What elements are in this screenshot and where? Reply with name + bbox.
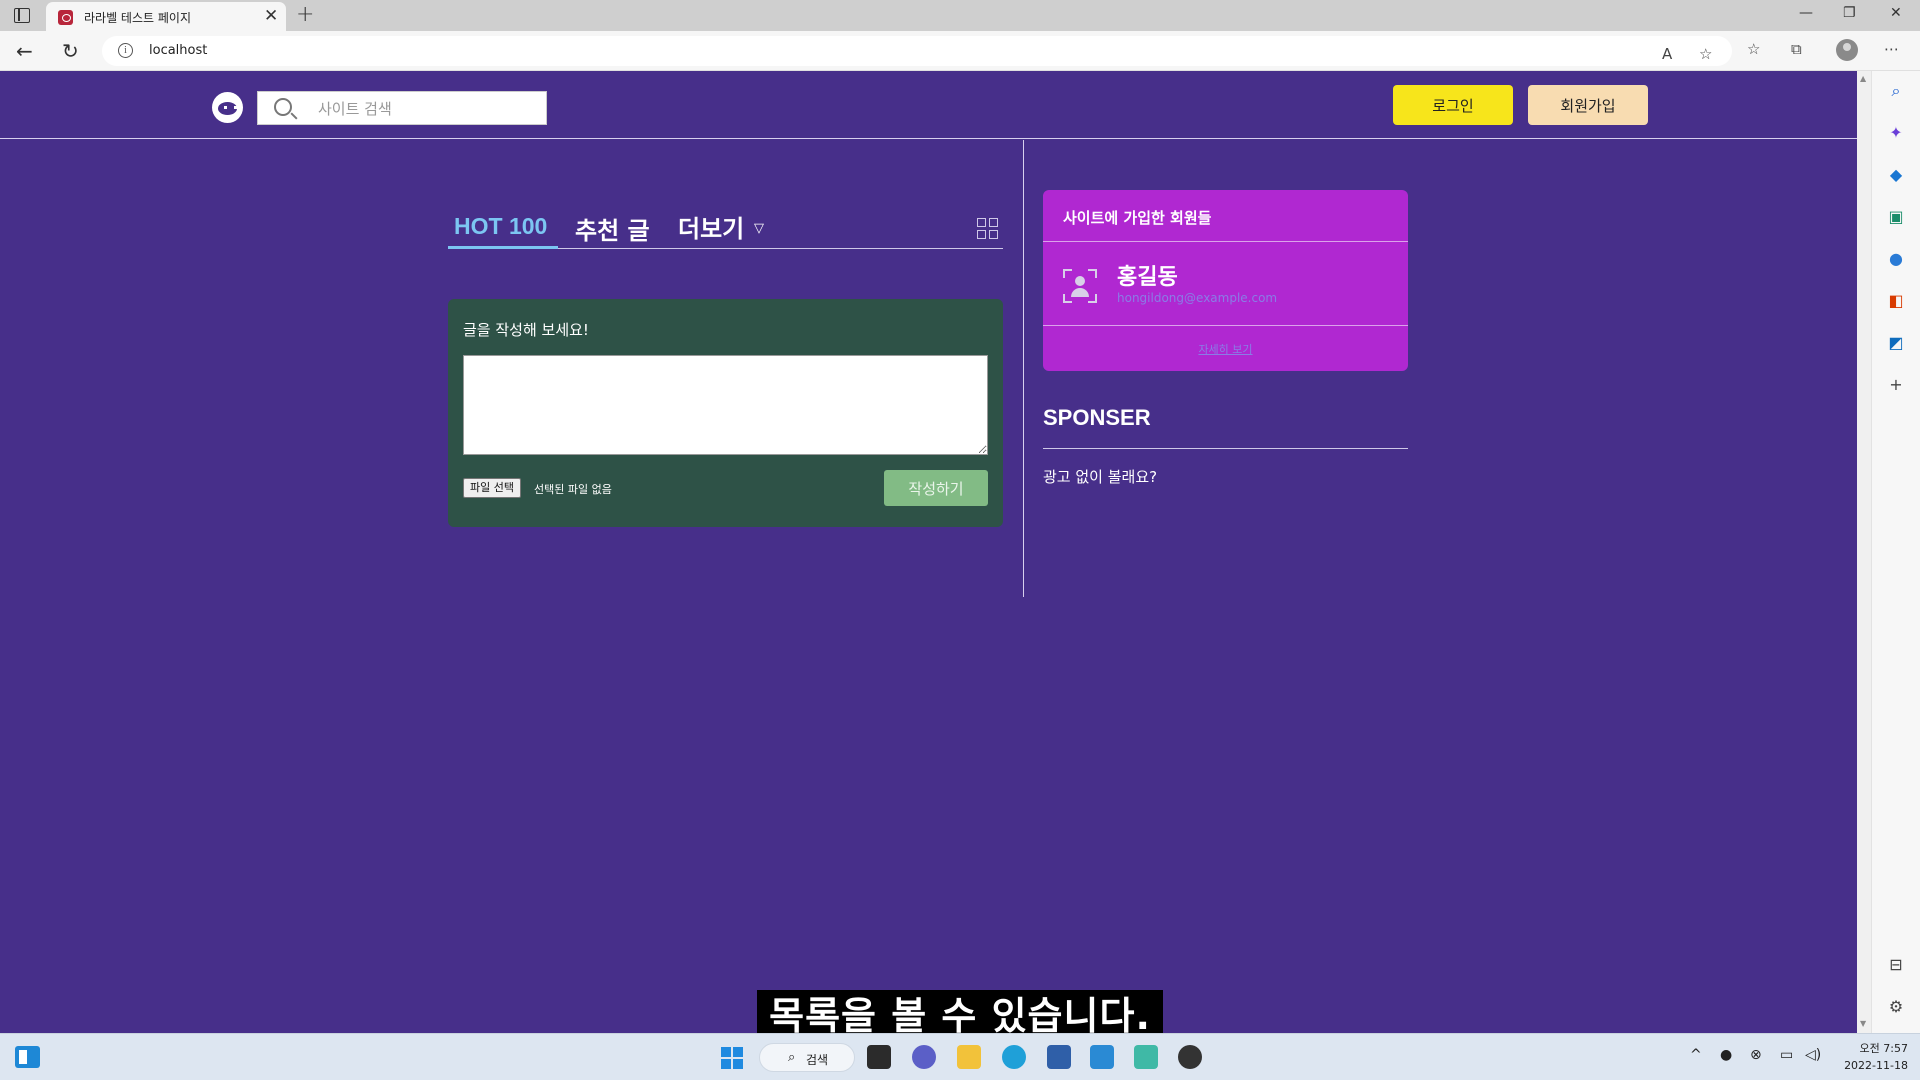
signup-button[interactable]: 회원가입 — [1528, 85, 1648, 125]
volume-icon[interactable]: ◁) — [1805, 1047, 1821, 1063]
sidebar-search-icon[interactable]: ⌕ — [1886, 81, 1906, 101]
site-search-input[interactable] — [318, 98, 538, 120]
taskbar-search[interactable]: ⌕ 검색 — [759, 1043, 855, 1072]
edge-sidebar: ⌕ ✦ ◆ ▣ ● ◧ ◩ + ⊟ ⚙ — [1871, 71, 1920, 1033]
network-icon[interactable]: ▭ — [1780, 1047, 1793, 1063]
column-divider — [1023, 140, 1024, 597]
taskbar-clock[interactable]: 오전 7:57 2022-11-18 — [1836, 1040, 1908, 1074]
notepad-icon[interactable] — [1134, 1045, 1158, 1069]
members-title: 사이트에 가입한 회원들 — [1063, 209, 1212, 227]
clock-date: 2022-11-18 — [1844, 1059, 1908, 1072]
sidebar-games-icon[interactable]: ● — [1886, 249, 1906, 269]
tab-actions-icon[interactable] — [14, 8, 30, 23]
tray-app-icon[interactable]: ⊗ — [1750, 1047, 1762, 1063]
collections-icon[interactable]: ⧉ — [1791, 40, 1802, 58]
sidebar-office-icon[interactable]: ◧ — [1886, 291, 1906, 311]
user-avatar-icon — [1063, 269, 1097, 303]
sidebar-outlook-icon[interactable]: ◩ — [1886, 333, 1906, 353]
submit-post-button[interactable]: 작성하기 — [884, 470, 988, 506]
more-options-icon[interactable]: ⋯ — [1884, 40, 1899, 58]
new-tab-button[interactable]: + — [296, 2, 314, 27]
minimize-icon[interactable]: — — [1799, 5, 1813, 21]
add-favorite-icon[interactable]: ☆ — [1699, 45, 1712, 63]
favorites-icon[interactable]: ☆ — [1747, 40, 1760, 58]
sidebar-hide-icon[interactable]: ⊟ — [1886, 955, 1906, 975]
window-close-icon[interactable]: ✕ — [1890, 5, 1902, 21]
tab-recommended[interactable]: 추천 글 — [575, 211, 650, 246]
sponser-text: 광고 없이 볼래요? — [1043, 468, 1158, 486]
member-email: hongildong@example.com — [1117, 291, 1278, 305]
tab-more[interactable]: 더보기 — [678, 209, 744, 244]
tab-close-icon[interactable]: ✕ — [264, 6, 278, 26]
edge-browser-icon[interactable] — [1002, 1045, 1026, 1069]
search-icon: ⌕ — [788, 1050, 796, 1065]
tab-hot-100[interactable]: HOT 100 — [454, 213, 547, 240]
sidebar-add-icon[interactable]: + — [1886, 375, 1906, 395]
sidebar-settings-icon[interactable]: ⚙ — [1886, 997, 1906, 1017]
refresh-icon[interactable]: ↻ — [62, 39, 79, 63]
restore-icon[interactable]: ❐ — [1843, 5, 1856, 21]
members-card: 사이트에 가입한 회원들 홍길동 hongildong@example.com … — [1043, 190, 1408, 371]
file-status-text: 선택된 파일 없음 — [534, 483, 612, 496]
store-icon[interactable] — [1047, 1045, 1071, 1069]
grid-view-icon[interactable] — [977, 218, 999, 240]
widgets-icon[interactable] — [15, 1046, 40, 1068]
scroll-up-icon[interactable]: ▲ — [1860, 74, 1866, 83]
sponser-divider — [1043, 448, 1408, 449]
sponser-heading: SPONSER — [1043, 405, 1151, 430]
file-explorer-icon[interactable] — [957, 1045, 981, 1069]
members-more-link[interactable]: 자세히 보기 — [1043, 341, 1408, 357]
login-button[interactable]: 로그인 — [1393, 85, 1513, 125]
read-aloud-icon[interactable]: A — [1662, 45, 1672, 63]
vscode-icon[interactable] — [1090, 1045, 1114, 1069]
composer-title: 글을 작성해 보세요! — [463, 321, 589, 339]
sidebar-tools-icon[interactable]: ▣ — [1886, 207, 1906, 227]
teams-chat-icon[interactable] — [912, 1045, 936, 1069]
windows-taskbar: ⌕ 검색 ^ ● ⊗ ▭ ◁) 오전 7:57 2022-11-18 — [0, 1033, 1920, 1080]
browser-tab[interactable]: 라라벨 테스트 페이지 ✕ — [46, 2, 286, 31]
address-bar: ← ↻ i localhost A ☆ ☆ ⧉ ⋯ — [0, 31, 1920, 71]
tab-title: 라라벨 테스트 페이지 — [84, 11, 191, 25]
file-choose-button[interactable]: 파일 선택 — [463, 478, 521, 498]
start-menu-icon[interactable] — [721, 1047, 743, 1069]
url-text[interactable]: localhost — [149, 43, 207, 58]
divider — [1043, 241, 1408, 242]
url-field[interactable]: i localhost A ☆ — [102, 36, 1732, 66]
profile-avatar-icon[interactable] — [1836, 39, 1858, 61]
site-info-icon[interactable]: i — [118, 43, 133, 58]
scroll-down-icon[interactable]: ▼ — [1860, 1019, 1866, 1028]
browser-tab-bar: 라라벨 테스트 페이지 ✕ + — ❐ ✕ — [0, 0, 1920, 31]
chevron-down-icon[interactable]: ▽ — [754, 221, 764, 236]
post-tabs: HOT 100 추천 글 더보기 ▽ — [448, 197, 1003, 249]
divider — [1043, 325, 1408, 326]
page-scrollbar[interactable]: ▲ ▼ — [1857, 71, 1871, 1033]
microphone-icon[interactable]: ● — [1720, 1047, 1732, 1063]
obs-icon[interactable] — [1178, 1045, 1202, 1069]
active-tab-underline — [448, 246, 558, 249]
clock-time: 오전 7:57 — [1859, 1042, 1908, 1055]
sidebar-discover-icon[interactable]: ✦ — [1886, 123, 1906, 143]
post-content-textarea[interactable] — [463, 355, 988, 455]
post-composer: 글을 작성해 보세요! 파일 선택 선택된 파일 없음 작성하기 — [448, 299, 1003, 527]
site-favicon-icon — [58, 10, 73, 25]
task-view-icon[interactable] — [867, 1045, 891, 1069]
member-name[interactable]: 홍길동 — [1117, 259, 1178, 291]
site-search-box — [257, 91, 547, 125]
site-logo-icon[interactable] — [212, 92, 243, 123]
search-icon — [274, 98, 292, 116]
taskbar-search-label: 검색 — [806, 1053, 829, 1067]
sidebar-shopping-icon[interactable]: ◆ — [1886, 165, 1906, 185]
site-header: 로그인 회원가입 — [0, 71, 1857, 139]
back-arrow-icon[interactable]: ← — [16, 39, 33, 63]
web-page: 로그인 회원가입 HOT 100 추천 글 더보기 ▽ 글을 작성해 보세요! … — [0, 71, 1857, 1033]
tray-chevron-up-icon[interactable]: ^ — [1690, 1047, 1702, 1063]
